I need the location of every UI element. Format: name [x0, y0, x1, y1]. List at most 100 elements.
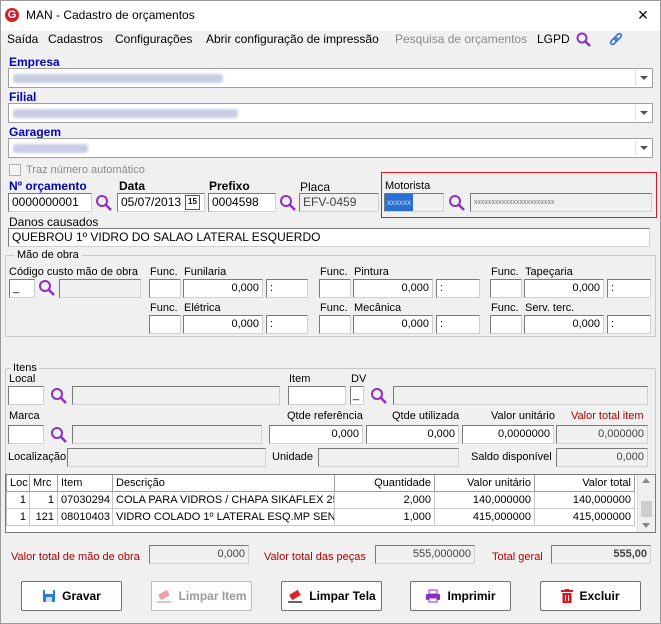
- tapecaria-label: Tapeçaria: [525, 266, 573, 278]
- app-logo-icon: G: [5, 8, 19, 22]
- filial-label: Filial: [9, 90, 37, 104]
- search-icon[interactable]: [38, 279, 56, 297]
- menu-lgpd[interactable]: LGPD: [537, 32, 570, 46]
- printer-icon: [426, 589, 441, 603]
- danos-label: Danos causados: [9, 215, 99, 229]
- localizacao-field: [67, 448, 266, 467]
- dv-field[interactable]: _: [350, 386, 364, 405]
- cell-mrc: 1: [29, 490, 58, 509]
- chevron-down-icon[interactable]: [635, 105, 651, 121]
- saldo-disponivel-label: Saldo disponível: [471, 451, 552, 463]
- cell-loc: 1: [6, 507, 30, 526]
- funilaria-value-field[interactable]: 0,000: [183, 279, 263, 298]
- col-header-mrc[interactable]: Mrc: [29, 475, 58, 492]
- close-icon[interactable]: ×: [632, 4, 654, 26]
- gravar-button[interactable]: Gravar: [21, 581, 122, 611]
- qtde-utilizada-field[interactable]: 0,000: [366, 425, 459, 444]
- motorista-label: Motorista: [385, 180, 431, 192]
- func-eletrica-field[interactable]: [149, 315, 181, 334]
- scroll-up-icon[interactable]: [642, 478, 650, 483]
- qtde-referencia-field[interactable]: 0,000: [269, 425, 363, 444]
- chevron-down-icon[interactable]: [635, 70, 651, 86]
- func-serv-terc-field[interactable]: [490, 315, 522, 334]
- table-row[interactable]: 1 121 08010403 VIDRO COLADO 1º LATERAL E…: [6, 507, 635, 526]
- col-header-valor-unitario[interactable]: Valor unitário: [434, 475, 535, 492]
- func-funilaria-field[interactable]: [149, 279, 181, 298]
- localizacao-label: Localização: [8, 451, 67, 463]
- eletrica-time-field[interactable]: :: [266, 315, 308, 334]
- codigo-custo-label: Código custo mão de obra: [9, 266, 139, 278]
- prefixo-field[interactable]: 0004598: [208, 193, 276, 212]
- col-header-item[interactable]: Item: [57, 475, 113, 492]
- excluir-button[interactable]: Excluir: [540, 581, 641, 611]
- func-label-serv-terc: Func.: [491, 302, 519, 314]
- grid-scrollbar[interactable]: [637, 475, 655, 532]
- mecanica-value-field[interactable]: 0,000: [353, 315, 433, 334]
- menu-pesquisa-orcamentos[interactable]: Pesquisa de orçamentos: [395, 32, 527, 46]
- placa-field: EFV-0459: [299, 193, 379, 212]
- numero-orcamento-field[interactable]: 0000000001: [8, 193, 92, 212]
- func-mecanica-field[interactable]: [319, 315, 351, 334]
- link-icon[interactable]: [608, 32, 624, 51]
- col-header-loc[interactable]: Loc: [6, 475, 30, 492]
- calendar-icon[interactable]: 15: [185, 195, 200, 210]
- mecanica-time-field[interactable]: :: [436, 315, 480, 334]
- saldo-disponivel-field: 0,000: [556, 448, 648, 467]
- func-tapecaria-field[interactable]: [490, 279, 522, 298]
- tapecaria-value-field[interactable]: 0,000: [524, 279, 604, 298]
- local-field[interactable]: [8, 386, 44, 405]
- chevron-down-icon[interactable]: [635, 140, 651, 156]
- func-pintura-field[interactable]: [319, 279, 351, 298]
- search-icon[interactable]: [50, 426, 68, 444]
- motorista-code-field[interactable]: xxxxxx: [384, 193, 444, 212]
- cell-descricao: VIDRO COLADO 1º LATERAL ESQ.MP SENI: [112, 507, 335, 526]
- danos-field[interactable]: QUEBROU 1º VIDRO DO SALAO LATERAL ESQUER…: [8, 228, 650, 247]
- marca-field[interactable]: [8, 425, 44, 444]
- tapecaria-time-field[interactable]: :: [607, 279, 651, 298]
- search-icon[interactable]: [95, 194, 113, 212]
- menu-cadastros[interactable]: Cadastros: [48, 32, 103, 46]
- search-icon[interactable]: [279, 194, 297, 212]
- item-field[interactable]: [288, 386, 346, 405]
- search-icon[interactable]: [448, 194, 466, 212]
- col-header-quantidade[interactable]: Quantidade: [334, 475, 435, 492]
- table-row[interactable]: 1 1 07030294 COLA PARA VIDROS / CHAPA SI…: [6, 490, 635, 509]
- search-icon[interactable]: [576, 32, 592, 51]
- func-label-mecanica: Func.: [320, 302, 348, 314]
- scroll-thumb[interactable]: [641, 501, 652, 517]
- col-header-descricao[interactable]: Descrição: [112, 475, 335, 492]
- limpar-item-button[interactable]: Limpar Item: [151, 581, 252, 611]
- valor-unitario-field[interactable]: 0,0000000: [462, 425, 554, 444]
- menu-configuracoes[interactable]: Configurações: [115, 32, 192, 46]
- itens-grid[interactable]: Loc Mrc Item Descrição Quantidade Valor …: [5, 474, 656, 533]
- cell-valor-unitario: 415,000000: [434, 507, 535, 526]
- limpar-item-label: Limpar Item: [178, 589, 247, 603]
- menu-saida[interactable]: Saída: [7, 32, 38, 46]
- search-icon[interactable]: [370, 387, 388, 405]
- total-mao-obra-label: Valor total de mão de obra: [11, 551, 140, 563]
- col-header-valor-total[interactable]: Valor total: [534, 475, 635, 492]
- funilaria-time-field[interactable]: :: [266, 279, 308, 298]
- search-icon[interactable]: [50, 387, 68, 405]
- pintura-time-field[interactable]: :: [436, 279, 480, 298]
- imprimir-label: Imprimir: [447, 589, 496, 603]
- marca-label: Marca: [9, 410, 40, 422]
- empresa-select[interactable]: [8, 68, 653, 88]
- total-mao-obra-field: 0,000: [149, 545, 249, 564]
- menu-abrir-config-impressao[interactable]: Abrir configuração de impressão: [206, 32, 379, 46]
- prefixo-label: Prefixo: [209, 179, 250, 193]
- codigo-custo-field[interactable]: _: [9, 279, 35, 298]
- empresa-label: Empresa: [9, 55, 60, 69]
- func-label-eletrica: Func.: [150, 302, 178, 314]
- scroll-down-icon[interactable]: [642, 523, 650, 528]
- serv-terc-value-field[interactable]: 0,000: [524, 315, 604, 334]
- limpar-tela-button[interactable]: Limpar Tela: [281, 581, 382, 611]
- cell-descricao: COLA PARA VIDROS / CHAPA SIKAFLEX 25: [112, 490, 335, 509]
- filial-select[interactable]: [8, 103, 653, 123]
- serv-terc-time-field[interactable]: :: [607, 315, 651, 334]
- garagem-select[interactable]: [8, 138, 653, 158]
- traz-numero-checkbox[interactable]: [9, 164, 21, 176]
- eletrica-value-field[interactable]: 0,000: [183, 315, 263, 334]
- imprimir-button[interactable]: Imprimir: [410, 581, 511, 611]
- pintura-value-field[interactable]: 0,000: [353, 279, 433, 298]
